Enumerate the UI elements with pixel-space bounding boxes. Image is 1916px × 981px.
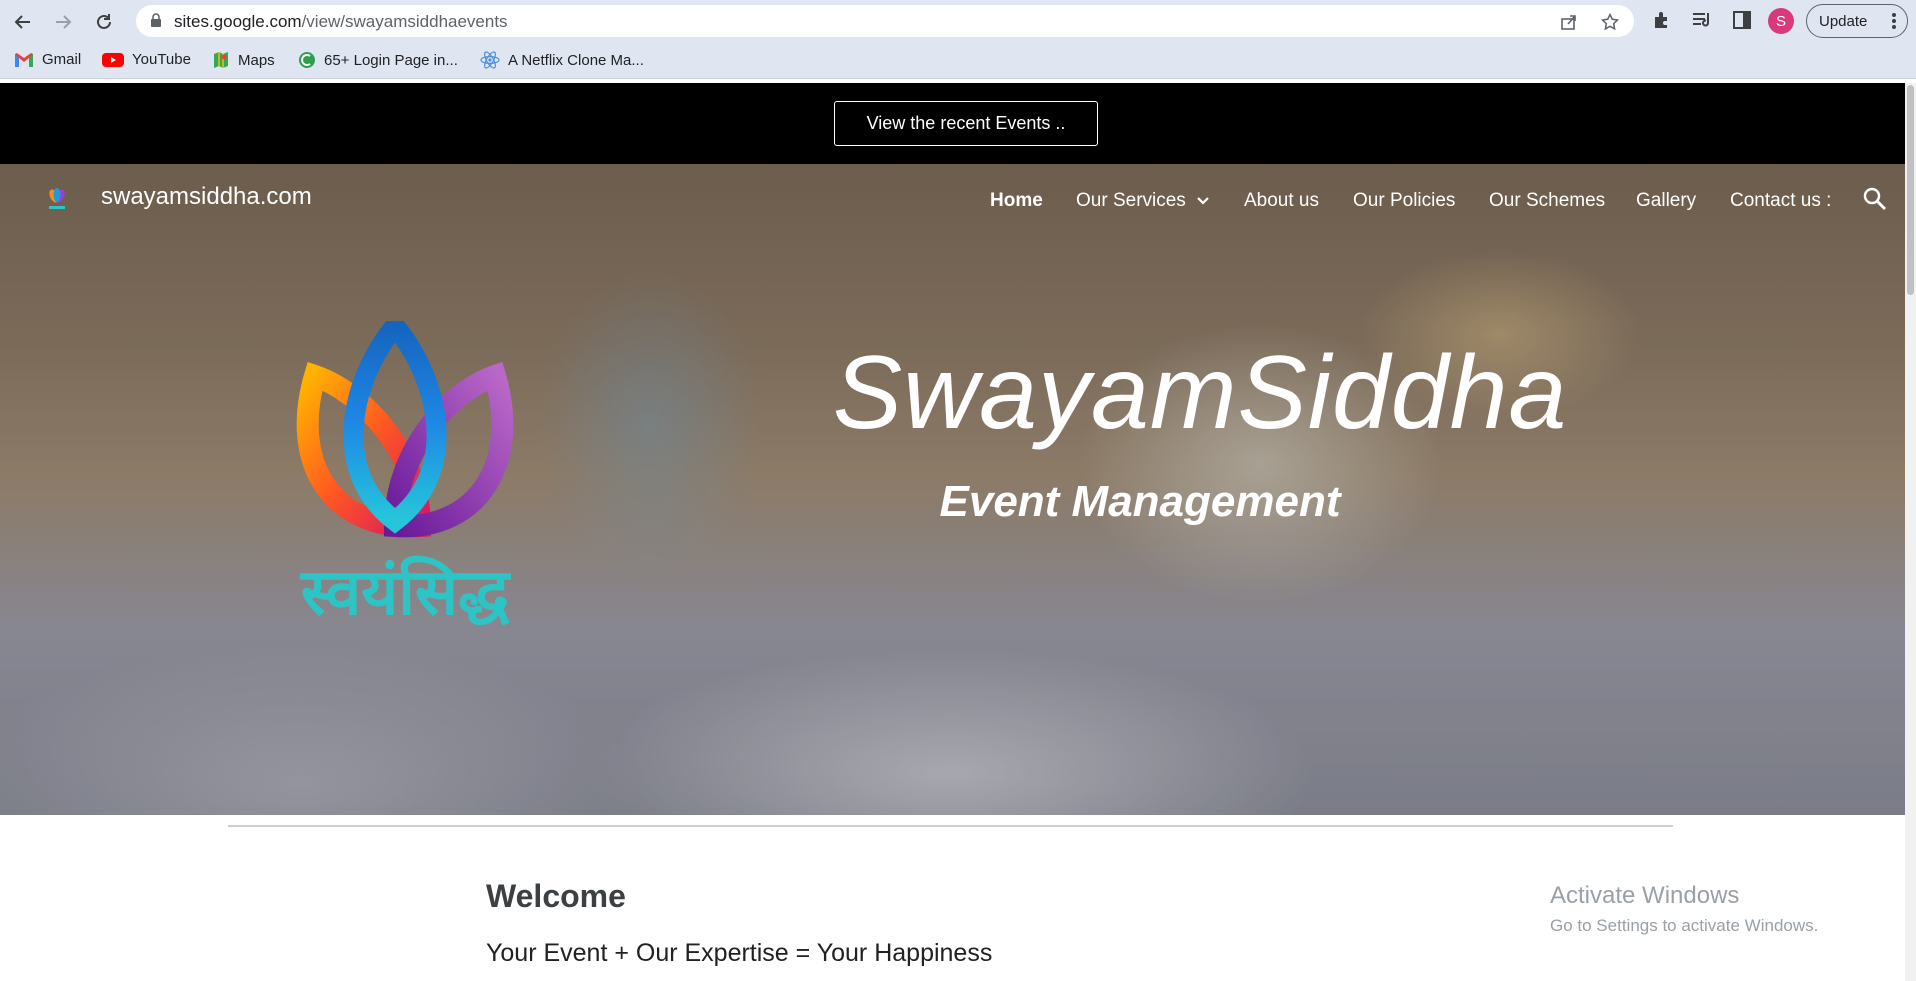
bookmark-gmail[interactable]: Gmail <box>14 51 81 68</box>
scrollbar-thumb[interactable] <box>1907 85 1914 295</box>
lotus-logo-icon <box>296 310 514 538</box>
watermark-title: Activate Windows <box>1550 882 1740 909</box>
nav-contact-us[interactable]: Contact us : <box>1730 186 1831 216</box>
arrow-left-icon <box>14 15 30 29</box>
nav-our-services-label: Our Services <box>1076 190 1186 211</box>
activate-windows-watermark: Activate Windows Go to Settings to activ… <box>1550 882 1818 936</box>
chevron-down-icon[interactable] <box>1196 196 1210 206</box>
forward-button[interactable] <box>50 9 76 35</box>
web-page: View the recent Events .. swayamsiddha.c… <box>0 83 1905 981</box>
site-name[interactable]: swayamsiddha.com <box>101 183 312 211</box>
address-bar[interactable]: sites.google.com/view/swayamsiddhaevents <box>136 5 1634 37</box>
more-vert-icon <box>1892 13 1896 29</box>
nav-our-schemes[interactable]: Our Schemes <box>1489 186 1605 216</box>
brand-logo-text: स्वयंसिद्ध <box>300 556 510 630</box>
reload-button[interactable] <box>91 9 117 35</box>
side-panel-icon[interactable] <box>1733 10 1751 30</box>
section-divider <box>228 825 1673 827</box>
bookmark-maps[interactable]: Maps <box>212 51 275 69</box>
bookmarks-bar: Gmail YouTube Maps 65+ Login Page in... … <box>0 42 1916 79</box>
tagline-text: Your Event + Our Expertise = Your Happin… <box>486 939 993 967</box>
brand-logo: स्वयंसिद्ध <box>270 310 540 631</box>
extensions-icon[interactable] <box>1652 10 1672 30</box>
view-recent-events-button[interactable]: View the recent Events .. <box>834 101 1098 146</box>
gmail-icon <box>15 52 33 67</box>
site-logo-icon[interactable] <box>44 186 70 212</box>
back-button[interactable] <box>10 9 36 35</box>
update-button[interactable]: Update <box>1806 4 1908 38</box>
nav-about-us[interactable]: About us <box>1244 186 1319 216</box>
bookmark-star-icon[interactable] <box>1601 13 1619 31</box>
page-scrollbar[interactable] <box>1905 83 1916 981</box>
hero-subtitle: Event Management <box>939 477 1341 526</box>
hero-banner: swayamsiddha.com Home Our Services About… <box>0 164 1905 815</box>
watermark-subtitle: Go to Settings to activate Windows. <box>1550 916 1819 935</box>
search-icon[interactable] <box>1862 186 1888 212</box>
bookmark-youtube[interactable]: YouTube <box>102 51 191 68</box>
maps-icon <box>214 52 228 68</box>
nav-our-policies[interactable]: Our Policies <box>1353 186 1455 216</box>
nav-our-services[interactable]: Our Services <box>1076 186 1210 216</box>
welcome-heading: Welcome <box>486 878 626 914</box>
hero-title: SwayamSiddha <box>832 335 1568 451</box>
reload-icon <box>97 14 111 29</box>
nav-home[interactable]: Home <box>990 186 1043 216</box>
react-icon <box>480 51 500 69</box>
browser-toolbar: sites.google.com/view/swayamsiddhaevents… <box>0 0 1916 42</box>
profile-avatar[interactable]: S <box>1768 8 1794 34</box>
bookmark-login-page[interactable]: 65+ Login Page in... <box>298 51 458 69</box>
media-queue-icon[interactable] <box>1691 10 1713 30</box>
share-icon[interactable] <box>1560 13 1578 31</box>
site-favicon-icon <box>299 52 315 68</box>
url-text: sites.google.com/view/swayamsiddhaevents <box>174 12 508 31</box>
bookmark-netflix-clone[interactable]: A Netflix Clone Ma... <box>480 51 644 69</box>
nav-gallery[interactable]: Gallery <box>1636 186 1696 216</box>
arrow-right-icon <box>56 15 72 29</box>
youtube-icon <box>102 52 124 67</box>
lock-icon <box>151 13 161 27</box>
announcement-bar: View the recent Events .. <box>0 83 1905 164</box>
